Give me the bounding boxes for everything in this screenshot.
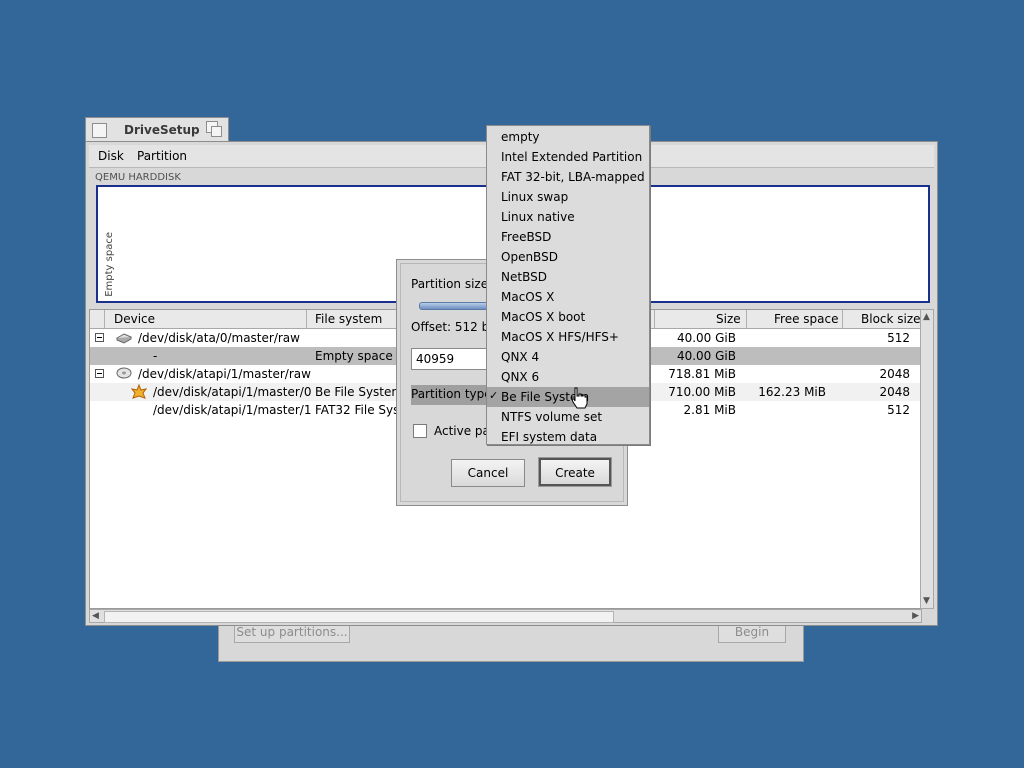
menu-item-label: Linux native — [501, 210, 575, 224]
device-cell: /dev/disk/ata/0/master/raw — [138, 331, 300, 345]
cdrom-icon — [116, 366, 132, 383]
size-cell: 40.00 GiB — [676, 331, 736, 345]
block-size-cell: 512 — [887, 403, 910, 417]
menu-item-label: QNX 6 — [501, 370, 540, 384]
partition-size-field[interactable]: 40959 — [411, 348, 491, 370]
menu-item[interactable]: MacOS X HFS/HFS+ — [487, 327, 649, 347]
device-cell: - — [153, 349, 158, 363]
scroll-up-icon[interactable]: ▲ — [923, 311, 930, 323]
harddisk-icon — [115, 330, 133, 347]
menu-item-label: Linux swap — [501, 190, 569, 204]
window-title: DriveSetup — [124, 123, 200, 137]
size-cell: 710.00 MiB — [668, 385, 736, 399]
menu-item-label: EFI system data — [501, 430, 598, 444]
device-cell: /dev/disk/atapi/1/master/raw — [138, 367, 311, 381]
menu-item-label: empty — [501, 130, 540, 144]
scroll-down-icon[interactable]: ▼ — [923, 595, 930, 607]
close-button[interactable] — [92, 123, 107, 138]
menu-item[interactable]: Linux swap — [487, 187, 649, 207]
file-system-cell: Be File System — [315, 385, 404, 399]
size-cell: 2.81 MiB — [683, 403, 736, 417]
menu-item-label: FAT 32-bit, LBA-mapped — [501, 170, 645, 184]
menu-item[interactable]: FAT 32-bit, LBA-mapped — [487, 167, 649, 187]
block-size-cell: 512 — [887, 331, 910, 345]
menu-item-label: MacOS X — [501, 290, 555, 304]
menu-item[interactable]: MacOS X — [487, 287, 649, 307]
block-size-cell: 2048 — [879, 385, 910, 399]
cancel-button[interactable]: Cancel — [451, 459, 525, 487]
partition-type-label: Partition type: — [411, 387, 496, 401]
column-free-space[interactable]: Free space — [774, 312, 838, 326]
free-space-cell: 162.23 MiB — [758, 385, 826, 399]
horizontal-scroll-thumb[interactable] — [104, 611, 614, 623]
menu-item-label: Intel Extended Partition — [501, 150, 643, 164]
file-system-cell: Empty space — [315, 349, 393, 363]
menu-partition[interactable]: Partition — [137, 149, 187, 163]
block-size-cell: 2048 — [879, 367, 910, 381]
menu-item[interactable]: empty — [487, 127, 649, 147]
menu-item[interactable]: QNX 6 — [487, 367, 649, 387]
hand-cursor-icon — [571, 387, 588, 409]
menu-item-label: OpenBSD — [501, 250, 558, 264]
menu-item[interactable]: NTFS volume set — [487, 407, 649, 427]
checkmark-icon: ✓ — [489, 389, 499, 402]
scroll-left-icon[interactable]: ◀ — [92, 610, 99, 622]
size-cell: 718.81 MiB — [668, 367, 736, 381]
menu-item-label: MacOS X boot — [501, 310, 586, 324]
menu-item[interactable]: NetBSD — [487, 267, 649, 287]
menu-item[interactable]: QNX 4 — [487, 347, 649, 367]
scroll-right-icon[interactable]: ▶ — [912, 610, 919, 622]
disk-name-label: QEMU HARDDISK — [95, 172, 181, 183]
menu-disk[interactable]: Disk — [98, 149, 124, 163]
device-cell: /dev/disk/atapi/1/master/1 — [153, 403, 312, 417]
vertical-scrollbar[interactable]: ▲ ▼ — [920, 309, 934, 609]
menu-item[interactable]: Intel Extended Partition — [487, 147, 649, 167]
horizontal-scrollbar[interactable]: ◀ ▶ — [89, 609, 922, 623]
size-cell: 40.00 GiB — [676, 349, 736, 363]
empty-space-label: Empty space — [104, 232, 115, 297]
column-size[interactable]: Size — [716, 312, 741, 326]
zoom-button[interactable] — [206, 121, 222, 137]
collapse-icon[interactable] — [95, 333, 104, 342]
partition-size-slider[interactable] — [419, 302, 491, 310]
partition-size-label: Partition size — [411, 277, 489, 291]
collapse-icon[interactable] — [95, 369, 104, 378]
menu-item[interactable]: FreeBSD — [487, 227, 649, 247]
menu-item-label: FreeBSD — [501, 230, 552, 244]
window-tab[interactable]: DriveSetup — [85, 117, 229, 143]
column-block-size[interactable]: Block size — [861, 312, 921, 326]
menu-item-label: NTFS volume set — [501, 410, 603, 424]
device-cell: /dev/disk/atapi/1/master/0 — [153, 385, 312, 399]
create-button[interactable]: Create — [538, 457, 612, 487]
menu-item-label: NetBSD — [501, 270, 547, 284]
active-partition-checkbox[interactable] — [413, 424, 427, 438]
column-file-system[interactable]: File system — [315, 312, 382, 326]
menu-item[interactable]: EFI system data — [487, 427, 649, 447]
menu-item-label: MacOS X HFS/HFS+ — [501, 330, 619, 344]
column-device[interactable]: Device — [114, 312, 155, 326]
menu-item[interactable]: OpenBSD — [487, 247, 649, 267]
menu-item[interactable]: MacOS X boot — [487, 307, 649, 327]
menu-item-label: QNX 4 — [501, 350, 540, 364]
menu-item[interactable]: Linux native — [487, 207, 649, 227]
